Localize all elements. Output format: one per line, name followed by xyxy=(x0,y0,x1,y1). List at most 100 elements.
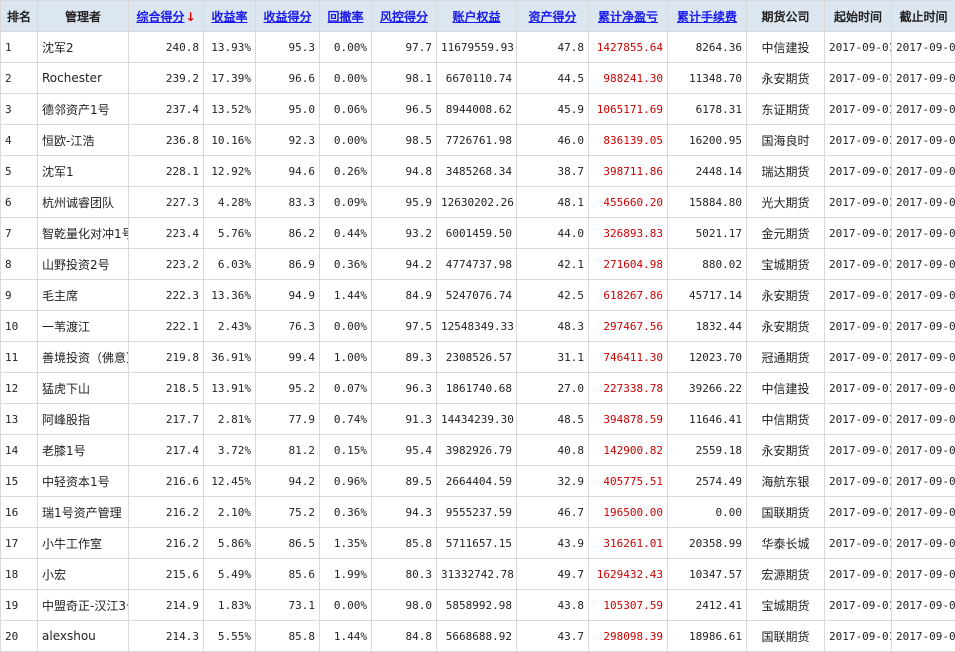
manager-cell: 小牛工作室 xyxy=(38,528,129,559)
asset-score-cell: 38.7 xyxy=(517,156,589,187)
header-fees-sort-link[interactable]: 累计手续费 xyxy=(668,1,747,32)
manager-cell: 中轻资本1号 xyxy=(38,466,129,497)
score-cell: 240.8 xyxy=(129,32,204,63)
fees-cell: 0.00 xyxy=(668,497,747,528)
drawdown-cell: 0.00% xyxy=(320,125,372,156)
fees-cell: 11646.41 xyxy=(668,404,747,435)
net-profit-cell: 1629432.43 xyxy=(589,559,668,590)
rank-cell: 15 xyxy=(1,466,38,497)
return-rate-cell: 2.10% xyxy=(204,497,256,528)
drawdown-cell: 0.07% xyxy=(320,373,372,404)
header-asset-score-sort-link[interactable]: 资产得分 xyxy=(517,1,589,32)
table-body: 1沈军2240.813.93%95.30.00%97.711679559.934… xyxy=(1,32,955,652)
header-manager: 管理者 xyxy=(38,1,129,32)
risk-score-cell: 94.2 xyxy=(372,249,437,280)
rank-cell: 14 xyxy=(1,435,38,466)
end-time-cell: 2017-09-08 xyxy=(892,94,955,125)
rank-cell: 5 xyxy=(1,156,38,187)
manager-cell: alexshou xyxy=(38,621,129,652)
header-broker: 期货公司 xyxy=(747,1,825,32)
equity-cell: 5247076.74 xyxy=(437,280,517,311)
drawdown-cell: 0.36% xyxy=(320,249,372,280)
table-row: 13阿峰股指217.72.81%77.90.74%91.314434239.30… xyxy=(1,404,955,435)
score-cell: 216.2 xyxy=(129,497,204,528)
score-cell: 239.2 xyxy=(129,63,204,94)
end-time-cell: 2017-09-08 xyxy=(892,342,955,373)
drawdown-cell: 1.99% xyxy=(320,559,372,590)
broker-cell: 宏源期货 xyxy=(747,559,825,590)
net-profit-cell: 105307.59 xyxy=(589,590,668,621)
risk-score-cell: 97.7 xyxy=(372,32,437,63)
end-time-cell: 2017-09-08 xyxy=(892,280,955,311)
table-row: 16瑞1号资产管理216.22.10%75.20.36%94.39555237.… xyxy=(1,497,955,528)
header-score-sort-link[interactable]: 综合得分↓ xyxy=(129,1,204,32)
start-time-cell: 2017-09-01 xyxy=(825,280,892,311)
score-cell: 228.1 xyxy=(129,156,204,187)
broker-cell: 华泰长城 xyxy=(747,528,825,559)
net-profit-cell: 988241.30 xyxy=(589,63,668,94)
asset-score-cell: 31.1 xyxy=(517,342,589,373)
start-time-cell: 2017-09-01 xyxy=(825,528,892,559)
end-time-cell: 2017-09-08 xyxy=(892,621,955,652)
header-drawdown-sort-link[interactable]: 回撤率 xyxy=(320,1,372,32)
drawdown-cell: 0.96% xyxy=(320,466,372,497)
end-time-cell: 2017-09-08 xyxy=(892,466,955,497)
asset-score-cell: 48.3 xyxy=(517,311,589,342)
fees-cell: 20358.99 xyxy=(668,528,747,559)
risk-score-cell: 96.3 xyxy=(372,373,437,404)
equity-cell: 14434239.30 xyxy=(437,404,517,435)
manager-cell: 阿峰股指 xyxy=(38,404,129,435)
manager-cell: 小宏 xyxy=(38,559,129,590)
fees-cell: 1832.44 xyxy=(668,311,747,342)
manager-cell: 瑞1号资产管理 xyxy=(38,497,129,528)
asset-score-cell: 40.8 xyxy=(517,435,589,466)
broker-cell: 永安期货 xyxy=(747,311,825,342)
start-time-cell: 2017-09-01 xyxy=(825,435,892,466)
risk-score-cell: 85.8 xyxy=(372,528,437,559)
risk-score-cell: 89.5 xyxy=(372,466,437,497)
net-profit-cell: 1427855.64 xyxy=(589,32,668,63)
return-score-cell: 81.2 xyxy=(256,435,320,466)
sort-down-arrow-icon: ↓ xyxy=(185,10,195,24)
equity-cell: 9555237.59 xyxy=(437,497,517,528)
drawdown-cell: 1.44% xyxy=(320,621,372,652)
fees-cell: 15884.80 xyxy=(668,187,747,218)
rank-cell: 1 xyxy=(1,32,38,63)
risk-score-cell: 98.5 xyxy=(372,125,437,156)
header-start-time: 起始时间 xyxy=(825,1,892,32)
broker-cell: 中信建投 xyxy=(747,32,825,63)
broker-cell: 中信期货 xyxy=(747,404,825,435)
fees-cell: 5021.17 xyxy=(668,218,747,249)
rank-cell: 4 xyxy=(1,125,38,156)
return-score-cell: 77.9 xyxy=(256,404,320,435)
net-profit-cell: 618267.86 xyxy=(589,280,668,311)
end-time-cell: 2017-09-08 xyxy=(892,404,955,435)
start-time-cell: 2017-09-01 xyxy=(825,156,892,187)
risk-score-cell: 95.9 xyxy=(372,187,437,218)
header-return-rate-sort-link[interactable]: 收益率 xyxy=(204,1,256,32)
start-time-cell: 2017-09-01 xyxy=(825,497,892,528)
asset-score-cell: 48.5 xyxy=(517,404,589,435)
rank-cell: 20 xyxy=(1,621,38,652)
end-time-cell: 2017-09-08 xyxy=(892,125,955,156)
return-score-cell: 86.5 xyxy=(256,528,320,559)
header-risk-score-sort-link[interactable]: 风控得分 xyxy=(372,1,437,32)
asset-score-cell: 32.9 xyxy=(517,466,589,497)
table-row: 18小宏215.65.49%85.61.99%80.331332742.7849… xyxy=(1,559,955,590)
end-time-cell: 2017-09-08 xyxy=(892,249,955,280)
asset-score-cell: 46.0 xyxy=(517,125,589,156)
header-return-score-sort-link[interactable]: 收益得分 xyxy=(256,1,320,32)
header-equity-sort-link[interactable]: 账户权益 xyxy=(437,1,517,32)
equity-cell: 7726761.98 xyxy=(437,125,517,156)
rank-cell: 9 xyxy=(1,280,38,311)
broker-cell: 中信建投 xyxy=(747,373,825,404)
drawdown-cell: 0.09% xyxy=(320,187,372,218)
header-net-profit-sort-link[interactable]: 累计净盈亏 xyxy=(589,1,668,32)
end-time-cell: 2017-09-08 xyxy=(892,590,955,621)
start-time-cell: 2017-09-01 xyxy=(825,63,892,94)
return-score-cell: 86.2 xyxy=(256,218,320,249)
net-profit-cell: 836139.05 xyxy=(589,125,668,156)
return-rate-cell: 2.81% xyxy=(204,404,256,435)
fees-cell: 10347.57 xyxy=(668,559,747,590)
drawdown-cell: 0.26% xyxy=(320,156,372,187)
